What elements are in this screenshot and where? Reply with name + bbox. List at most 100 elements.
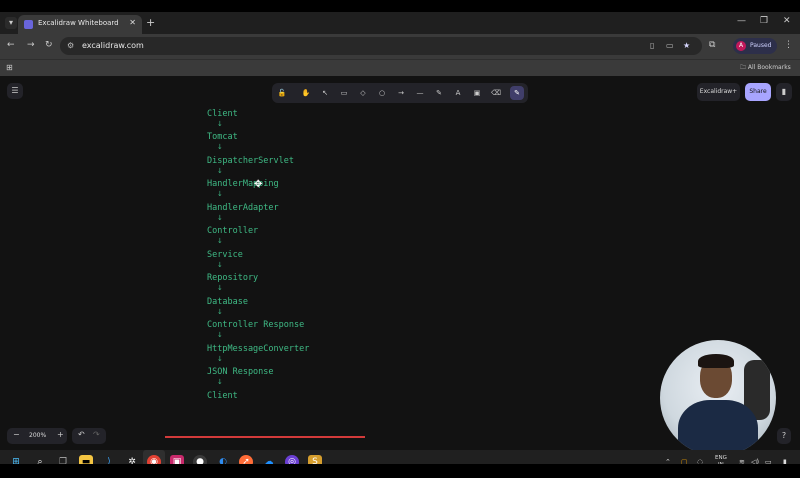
selection-tool-icon[interactable]: ↖ — [318, 86, 332, 100]
search-icon[interactable]: ⌕ — [33, 455, 47, 464]
bookmarks-bar: ⊞ 🗀 All Bookmarks — [0, 59, 800, 77]
region-code: IN — [715, 462, 727, 464]
tab-close-icon[interactable]: ✕ — [129, 18, 136, 27]
eraser-tool-icon[interactable]: ⌫ — [489, 86, 503, 100]
new-tab-button[interactable]: + — [146, 16, 155, 29]
bookmark-star-icon[interactable]: ★ — [683, 41, 690, 50]
address-bar[interactable]: ⚙ excalidraw.com ▯ ▭ ★ — [60, 37, 702, 55]
tab-search-chevron-icon[interactable]: ▾ — [5, 17, 17, 29]
github-icon[interactable]: ● — [193, 455, 207, 464]
site-info-icon[interactable]: ⚙ — [67, 41, 74, 50]
cast-icon[interactable]: ▭ — [666, 41, 674, 50]
all-bookmarks-link[interactable]: 🗀 All Bookmarks — [740, 63, 791, 73]
flow-step-client-end[interactable]: Client — [207, 391, 238, 401]
wifi-icon[interactable]: ≋ — [739, 458, 745, 464]
profile-button[interactable]: A Paused — [733, 38, 777, 54]
profile-status: Paused — [750, 42, 772, 49]
mouse-cursor-icon: ✥ — [254, 179, 263, 190]
presenter-hair — [698, 354, 734, 368]
flow-step-httpmessageconverter[interactable]: HttpMessageConverter — [207, 344, 309, 354]
tray-overflow-icon[interactable]: ⌃ — [665, 458, 671, 464]
undo-icon[interactable]: ↶ — [78, 430, 85, 439]
redo-icon[interactable]: ↷ — [93, 430, 100, 439]
language-code: ENG — [715, 455, 727, 461]
draw-tool-icon[interactable]: ✎ — [432, 86, 446, 100]
file-explorer-icon[interactable]: ▬ — [79, 455, 93, 464]
flow-step-json-response[interactable]: JSON Response — [207, 367, 274, 377]
notification-icon[interactable]: ▮ — [783, 458, 787, 464]
close-window-button[interactable]: ✕ — [783, 16, 791, 26]
tray-app-icon[interactable]: ▢ — [681, 458, 688, 464]
sublime-icon[interactable]: S — [308, 455, 322, 464]
webcam-overlay — [660, 340, 776, 456]
presenter-body — [678, 400, 758, 456]
apps-grid-icon[interactable]: ⊞ — [6, 63, 13, 72]
vscode-icon[interactable]: ⟩ — [102, 455, 116, 464]
flow-step-service[interactable]: Service — [207, 250, 243, 260]
chrome-icon[interactable]: ◉ — [147, 455, 161, 464]
task-view-icon[interactable]: ❐ — [56, 455, 70, 464]
zoom-control: − 200% + — [7, 428, 67, 444]
flow-step-client[interactable]: Client — [207, 109, 238, 119]
library-icon[interactable]: ▮ — [776, 83, 792, 101]
docker-icon[interactable]: ☁ — [262, 455, 276, 464]
windows-start-icon[interactable]: ⊞ — [9, 455, 23, 464]
zoom-level[interactable]: 200% — [29, 432, 46, 439]
reload-icon[interactable]: ↻ — [45, 40, 53, 50]
back-icon[interactable]: ← — [7, 40, 15, 50]
intellij-icon[interactable]: ▣ — [170, 455, 184, 464]
excalidraw-plus-button[interactable]: Excalidraw+ — [697, 83, 740, 101]
windows-taskbar: ⊞ ⌕ ❐ ▬ ⟩ ✲ ◉ ▣ ● ◐ ➚ ☁ ◎ S ⌃ ▢ ◌ ENG IN… — [0, 450, 800, 464]
flow-step-controller-response[interactable]: Controller Response — [207, 320, 304, 330]
arrow-down-icon: ↓ — [217, 284, 223, 292]
minimize-button[interactable]: — — [737, 16, 746, 26]
arrow-tool-icon[interactable]: → — [394, 86, 408, 100]
chatgpt-icon[interactable]: ✲ — [125, 455, 139, 464]
tray-network-icon[interactable]: ◌ — [697, 458, 703, 464]
zoom-in-button[interactable]: + — [57, 430, 64, 439]
flow-step-controller[interactable]: Controller — [207, 226, 258, 236]
text-tool-icon[interactable]: A — [451, 86, 465, 100]
browser-menu-icon[interactable]: ⋮ — [784, 40, 793, 50]
arrow-down-icon: ↓ — [217, 237, 223, 245]
rectangle-tool-icon[interactable]: ▭ — [337, 86, 351, 100]
help-icon[interactable]: ? — [777, 428, 791, 444]
edge-icon[interactable]: ◐ — [216, 455, 230, 464]
battery-icon[interactable]: ▭ — [765, 458, 772, 464]
image-tool-icon[interactable]: ▣ — [470, 86, 484, 100]
forward-icon[interactable]: → — [27, 40, 35, 50]
flow-step-tomcat[interactable]: Tomcat — [207, 132, 238, 142]
tab-title: Excalidraw Whiteboard — [38, 19, 119, 27]
volume-icon[interactable]: ◁) — [751, 458, 759, 464]
extensions-icon[interactable]: ⧉ — [709, 40, 715, 50]
arrow-down-icon: ↓ — [217, 120, 223, 128]
screen-recording-indicator — [165, 436, 365, 438]
lock-tool-icon[interactable]: 🔓 — [275, 86, 289, 100]
flow-step-repository[interactable]: Repository — [207, 273, 258, 283]
flow-step-dispatcherservlet[interactable]: DispatcherServlet — [207, 156, 294, 166]
flow-step-handlermapping[interactable]: HandlerMapping — [207, 179, 279, 189]
shapes-toolbar: 🔓 ✋ ↖ ▭ ◇ ○ → — ✎ A ▣ ⌫ ✎ — [272, 83, 528, 103]
zoom-out-button[interactable]: − — [13, 430, 20, 439]
arrow-down-icon: ↓ — [217, 261, 223, 269]
arrow-down-icon: ↓ — [217, 331, 223, 339]
screen: ▾ Excalidraw Whiteboard ✕ + — ❐ ✕ ← → ↻ … — [0, 12, 800, 464]
diamond-tool-icon[interactable]: ◇ — [356, 86, 370, 100]
flow-step-database[interactable]: Database — [207, 297, 248, 307]
obs-icon[interactable]: ◎ — [285, 455, 299, 464]
arrow-down-icon: ↓ — [217, 190, 223, 198]
laser-tool-icon[interactable]: ✎ — [510, 86, 524, 100]
arrow-down-icon: ↓ — [217, 355, 223, 363]
postman-icon[interactable]: ➚ — [239, 455, 253, 464]
url-text[interactable]: excalidraw.com — [82, 41, 144, 50]
main-menu-icon[interactable]: ☰ — [7, 83, 23, 99]
hand-tool-icon[interactable]: ✋ — [299, 86, 313, 100]
flow-step-handleradapter[interactable]: HandlerAdapter — [207, 203, 279, 213]
line-tool-icon[interactable]: — — [413, 86, 427, 100]
browser-tab[interactable]: Excalidraw Whiteboard ✕ — [18, 15, 142, 34]
share-button[interactable]: Share — [745, 83, 771, 101]
install-app-icon[interactable]: ▯ — [650, 41, 654, 50]
maximize-button[interactable]: ❐ — [760, 16, 768, 26]
ellipse-tool-icon[interactable]: ○ — [375, 86, 389, 100]
language-indicator[interactable]: ENG IN — [715, 455, 727, 464]
